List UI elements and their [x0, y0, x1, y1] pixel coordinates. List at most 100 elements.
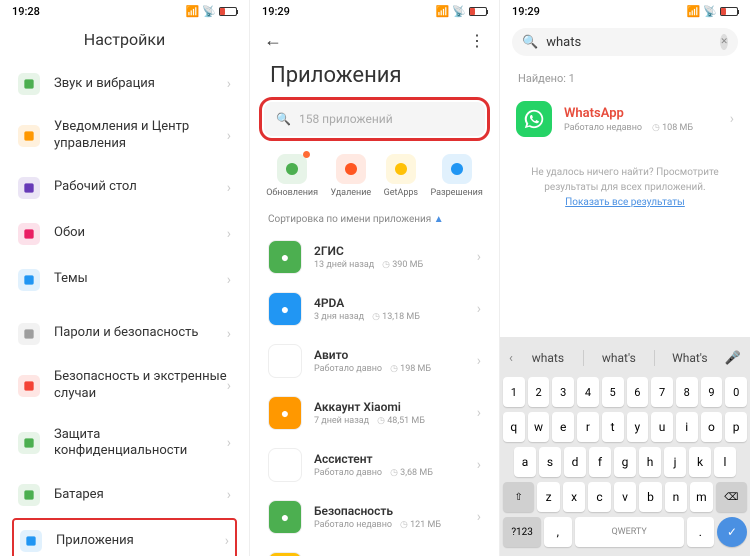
action-item[interactable]: GetApps [384, 154, 418, 198]
key[interactable]: 0 [725, 377, 747, 407]
app-icon: ● [268, 240, 302, 274]
symbols-key[interactable]: ?123 [503, 517, 541, 547]
search-result[interactable]: WhatsApp Работало недавно ◷ 108 МБ › [500, 91, 750, 147]
key[interactable]: 7 [651, 377, 673, 407]
app-icon: ● [268, 292, 302, 326]
app-item[interactable]: ●Аккаунт Xiaomi7 дней назад◷ 48,51 МБ› [256, 387, 493, 439]
key[interactable]: v [614, 482, 636, 512]
show-all-link[interactable]: Показать все результаты [520, 195, 730, 210]
settings-item[interactable]: Звук и вибрация› [4, 61, 245, 107]
key[interactable]: y [627, 412, 649, 442]
chevron-right-icon: › [477, 301, 481, 317]
key[interactable]: 8 [676, 377, 698, 407]
settings-label: Звук и вибрация [54, 76, 227, 93]
chevron-right-icon: › [227, 378, 231, 394]
key[interactable]: 2 [528, 377, 550, 407]
key[interactable]: b [639, 482, 661, 512]
settings-item[interactable]: Батарея› [4, 472, 245, 518]
space-key[interactable]: QWERTY [575, 517, 684, 547]
key[interactable]: q [503, 412, 525, 442]
search-bar[interactable]: 🔍 ✕ [512, 28, 738, 56]
period-key[interactable]: . [687, 517, 714, 547]
chevron-right-icon: › [227, 435, 231, 451]
key[interactable]: n [665, 482, 687, 512]
app-item[interactable]: ●2ГИС13 дней назад◷ 390 МБ› [256, 231, 493, 283]
backspace-key[interactable]: ⌫ [716, 482, 747, 512]
action-item[interactable]: Обновления [266, 154, 318, 198]
settings-item[interactable]: Защита конфиденциальности› [4, 415, 245, 473]
key[interactable]: c [588, 482, 610, 512]
key[interactable]: x [563, 482, 585, 512]
settings-label: Рабочий стол [54, 179, 227, 196]
app-item[interactable]: ●билайн› [256, 543, 493, 556]
settings-item[interactable]: Безопасность и экстренные случаи› [4, 357, 245, 415]
settings-item[interactable]: Рабочий стол› [4, 165, 245, 211]
chevron-right-icon: › [477, 509, 481, 525]
key[interactable]: m [690, 482, 712, 512]
key[interactable]: 6 [627, 377, 649, 407]
app-item[interactable]: ●БезопасностьРаботало недавно◷ 121 МБ› [256, 491, 493, 543]
key[interactable]: d [564, 447, 586, 477]
key[interactable]: p [725, 412, 747, 442]
key[interactable]: l [714, 447, 736, 477]
search-input[interactable]: 🔍 158 приложений [264, 102, 485, 136]
settings-item[interactable]: Уведомления и Центр управления› [4, 107, 245, 165]
expand-icon[interactable]: ‹ [509, 351, 513, 366]
shift-key[interactable]: ⇧ [503, 482, 534, 512]
settings-item[interactable]: Темы› [4, 257, 245, 303]
key[interactable]: h [639, 447, 661, 477]
key[interactable]: f [589, 447, 611, 477]
app-name: 2ГИС [314, 244, 465, 258]
key[interactable]: g [614, 447, 636, 477]
shield-icon [18, 323, 40, 345]
key[interactable]: a [514, 447, 536, 477]
suggestion[interactable]: What's [659, 347, 721, 369]
settings-item[interactable]: Приложения› [12, 518, 237, 556]
action-item[interactable]: Удаление [330, 154, 371, 198]
key[interactable]: w [528, 412, 550, 442]
suggestion[interactable]: what's [588, 347, 650, 369]
settings-label: Защита конфиденциальности [54, 427, 227, 461]
chevron-right-icon: › [227, 226, 231, 242]
key[interactable]: t [602, 412, 624, 442]
app-icon: ● [268, 396, 302, 430]
menu-button[interactable]: ⋮ [469, 31, 485, 50]
chevron-right-icon: › [227, 76, 231, 92]
chevron-right-icon: › [227, 180, 231, 196]
key[interactable]: 1 [503, 377, 525, 407]
clear-button[interactable]: ✕ [720, 34, 728, 50]
back-button[interactable]: ← [264, 30, 282, 51]
app-item[interactable]: ●4PDA3 дня назад◷ 13,18 МБ› [256, 283, 493, 335]
key[interactable]: 5 [602, 377, 624, 407]
key[interactable]: z [537, 482, 559, 512]
apps-screen: 19:29 📶 📡 ← ⋮ Приложения 🔍 158 приложени… [250, 0, 500, 556]
mic-icon[interactable]: 🎤 [725, 351, 741, 366]
key[interactable]: s [539, 447, 561, 477]
settings-label: Приложения [56, 533, 225, 550]
search-input[interactable] [546, 35, 712, 50]
key[interactable]: 4 [577, 377, 599, 407]
key[interactable]: 3 [552, 377, 574, 407]
key[interactable]: 9 [701, 377, 723, 407]
key[interactable]: u [651, 412, 673, 442]
wifi-icon: 📡 [703, 5, 717, 18]
app-item[interactable]: ●АвитоРаботало давно◷ 198 МБ› [256, 335, 493, 387]
settings-item[interactable]: Обои› [4, 211, 245, 257]
action-item[interactable]: Разрешения [430, 154, 482, 198]
settings-item[interactable]: Пароли и безопасность› [4, 311, 245, 357]
key[interactable]: j [664, 447, 686, 477]
home-icon [18, 177, 40, 199]
app-name: Ассистент [314, 452, 465, 466]
signal-icon: 📶 [186, 5, 200, 18]
key[interactable]: i [676, 412, 698, 442]
app-item[interactable]: ●АссистентРаботало давно◷ 3,68 МБ› [256, 439, 493, 491]
enter-key[interactable]: ✓ [717, 517, 747, 547]
comma-key[interactable]: , [544, 517, 571, 547]
sort-label[interactable]: Сортировка по имени приложения ▲ [250, 208, 499, 231]
key[interactable]: r [577, 412, 599, 442]
key[interactable]: e [552, 412, 574, 442]
page-title: Приложения [250, 59, 499, 102]
key[interactable]: o [701, 412, 723, 442]
suggestion[interactable]: whats [517, 347, 579, 369]
key[interactable]: k [689, 447, 711, 477]
